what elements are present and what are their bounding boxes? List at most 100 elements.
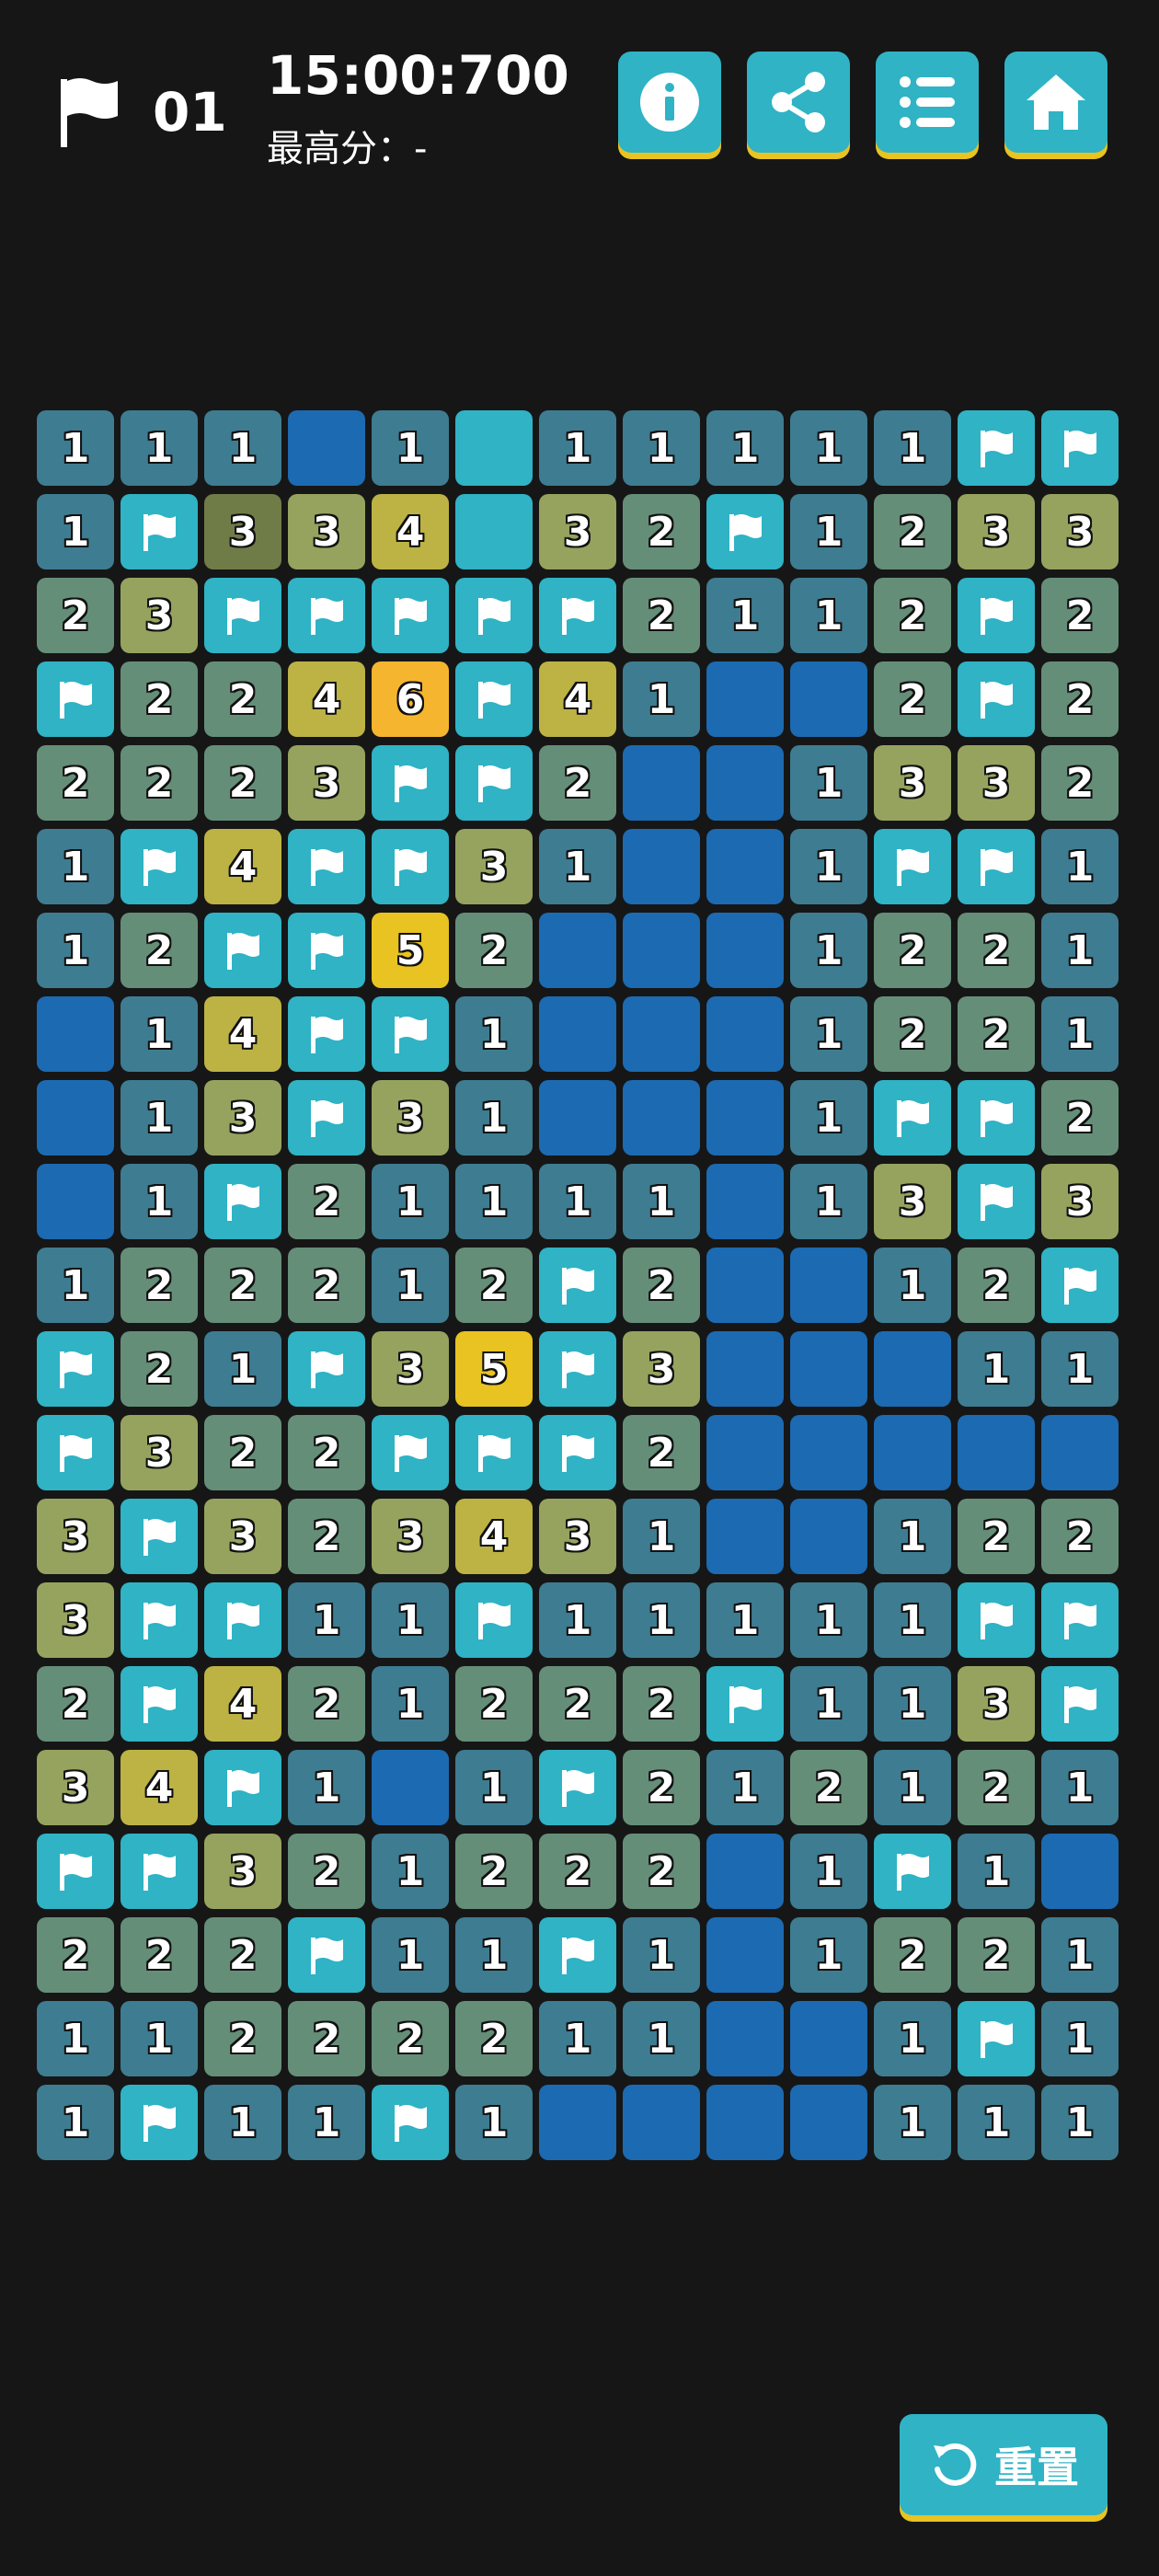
flagged-cell[interactable] — [204, 913, 281, 988]
number-cell[interactable]: 4 — [539, 661, 616, 737]
number-cell[interactable]: 1 — [539, 829, 616, 904]
number-cell[interactable]: 2 — [37, 1666, 114, 1742]
flagged-cell[interactable] — [204, 1582, 281, 1658]
number-cell[interactable]: 1 — [455, 996, 533, 1072]
covered-cell[interactable] — [1041, 1415, 1119, 1490]
number-cell[interactable]: 3 — [372, 1331, 449, 1407]
number-cell[interactable]: 2 — [204, 745, 281, 821]
number-cell[interactable]: 2 — [204, 1248, 281, 1323]
number-cell[interactable]: 1 — [120, 410, 198, 486]
number-cell[interactable]: 2 — [539, 745, 616, 821]
number-cell[interactable]: 2 — [874, 578, 951, 653]
number-cell[interactable]: 3 — [288, 494, 365, 569]
number-cell[interactable]: 1 — [37, 410, 114, 486]
number-cell[interactable]: 1 — [790, 1834, 867, 1909]
number-cell[interactable]: 3 — [958, 1666, 1035, 1742]
number-cell[interactable]: 2 — [623, 578, 700, 653]
flagged-cell[interactable] — [1041, 410, 1119, 486]
covered-cell[interactable] — [37, 1080, 114, 1156]
number-cell[interactable]: 1 — [204, 410, 281, 486]
number-cell[interactable]: 2 — [874, 1917, 951, 1993]
flagged-cell[interactable] — [37, 1834, 114, 1909]
number-cell[interactable]: 1 — [874, 2001, 951, 2076]
number-cell[interactable]: 2 — [120, 1917, 198, 1993]
number-cell[interactable]: 1 — [790, 578, 867, 653]
number-cell[interactable]: 1 — [288, 1750, 365, 1825]
number-cell[interactable]: 2 — [120, 661, 198, 737]
covered-cell[interactable] — [623, 1080, 700, 1156]
number-cell[interactable]: 1 — [874, 2085, 951, 2160]
covered-cell[interactable] — [706, 996, 784, 1072]
number-cell[interactable]: 4 — [288, 661, 365, 737]
number-cell[interactable]: 1 — [539, 2001, 616, 2076]
flagged-cell[interactable] — [958, 2001, 1035, 2076]
number-cell[interactable]: 2 — [288, 1415, 365, 1490]
number-cell[interactable]: 2 — [539, 1834, 616, 1909]
number-cell[interactable]: 2 — [455, 1834, 533, 1909]
number-cell[interactable]: 1 — [372, 1248, 449, 1323]
number-cell[interactable]: 4 — [372, 494, 449, 569]
flagged-cell[interactable] — [874, 1834, 951, 1909]
flagged-cell[interactable] — [958, 410, 1035, 486]
covered-cell[interactable] — [623, 996, 700, 1072]
flagged-cell[interactable] — [706, 494, 784, 569]
number-cell[interactable]: 2 — [1041, 1499, 1119, 1574]
covered-cell[interactable] — [539, 1080, 616, 1156]
number-cell[interactable]: 6 — [372, 661, 449, 737]
number-cell[interactable]: 2 — [623, 1750, 700, 1825]
number-cell[interactable]: 1 — [1041, 2001, 1119, 2076]
number-cell[interactable]: 3 — [623, 1331, 700, 1407]
number-cell[interactable]: 1 — [958, 1834, 1035, 1909]
number-cell[interactable]: 2 — [623, 1834, 700, 1909]
flagged-cell[interactable] — [120, 1499, 198, 1574]
flagged-cell[interactable] — [372, 578, 449, 653]
flagged-cell[interactable] — [288, 913, 365, 988]
number-cell[interactable]: 2 — [455, 1666, 533, 1742]
number-cell[interactable]: 1 — [790, 1582, 867, 1658]
flagged-cell[interactable] — [288, 578, 365, 653]
number-cell[interactable]: 1 — [37, 913, 114, 988]
number-cell[interactable]: 2 — [204, 1917, 281, 1993]
flagged-cell[interactable] — [120, 494, 198, 569]
number-cell[interactable]: 2 — [958, 913, 1035, 988]
number-cell[interactable]: 1 — [288, 1582, 365, 1658]
covered-cell[interactable] — [623, 829, 700, 904]
number-cell[interactable]: 2 — [1041, 745, 1119, 821]
covered-cell[interactable] — [706, 2001, 784, 2076]
covered-cell[interactable] — [790, 661, 867, 737]
number-cell[interactable]: 3 — [874, 745, 951, 821]
menu-button[interactable] — [876, 52, 979, 153]
number-cell[interactable]: 2 — [623, 1666, 700, 1742]
number-cell[interactable]: 3 — [204, 1080, 281, 1156]
number-cell[interactable]: 1 — [1041, 1917, 1119, 1993]
covered-cell[interactable] — [706, 1331, 784, 1407]
covered-cell[interactable] — [539, 2085, 616, 2160]
number-cell[interactable]: 1 — [455, 1164, 533, 1239]
number-cell[interactable]: 1 — [958, 1331, 1035, 1407]
flagged-cell[interactable] — [958, 661, 1035, 737]
flagged-cell[interactable] — [1041, 1582, 1119, 1658]
flagged-cell[interactable] — [1041, 1248, 1119, 1323]
number-cell[interactable]: 1 — [539, 1582, 616, 1658]
flagged-cell[interactable] — [37, 1331, 114, 1407]
number-cell[interactable]: 3 — [204, 494, 281, 569]
flagged-cell[interactable] — [204, 578, 281, 653]
number-cell[interactable]: 1 — [623, 1582, 700, 1658]
flagged-cell[interactable] — [958, 1080, 1035, 1156]
number-cell[interactable]: 1 — [790, 1666, 867, 1742]
number-cell[interactable]: 2 — [37, 578, 114, 653]
number-cell[interactable]: 2 — [874, 913, 951, 988]
number-cell[interactable]: 1 — [204, 1331, 281, 1407]
number-cell[interactable]: 2 — [1041, 661, 1119, 737]
flagged-cell[interactable] — [539, 1415, 616, 1490]
covered-cell[interactable] — [539, 996, 616, 1072]
number-cell[interactable]: 2 — [120, 1331, 198, 1407]
number-cell[interactable]: 1 — [790, 996, 867, 1072]
covered-cell[interactable] — [790, 1331, 867, 1407]
number-cell[interactable]: 4 — [120, 1750, 198, 1825]
number-cell[interactable]: 1 — [874, 1582, 951, 1658]
covered-cell[interactable] — [1041, 1834, 1119, 1909]
number-cell[interactable]: 3 — [539, 1499, 616, 1574]
empty-cell[interactable] — [455, 410, 533, 486]
flagged-cell[interactable] — [120, 829, 198, 904]
